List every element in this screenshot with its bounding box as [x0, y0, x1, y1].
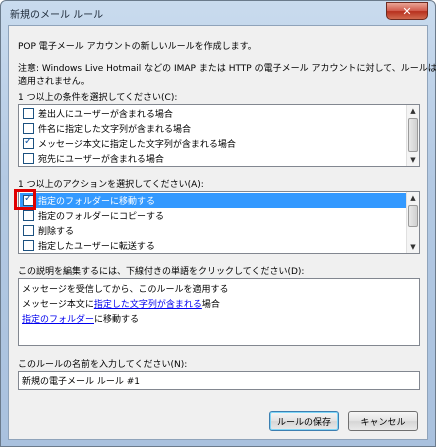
scroll-down-icon[interactable]: ▼ — [407, 241, 419, 253]
cancel-button[interactable]: キャンセル — [348, 411, 418, 431]
condition-item[interactable]: 差出人にユーザーが含まれる場合 — [20, 106, 406, 121]
condition-label: 宛先にユーザーが含まれる場合 — [38, 155, 164, 165]
conditions-list[interactable]: 差出人にユーザーが含まれる場合 件名に指定した文字列が含まれる場合 ✓ メッセー… — [18, 104, 420, 167]
description-line-1: メッセージを受信してから、このルールを適用する — [22, 285, 229, 295]
window-title: 新規のメール ルール — [10, 10, 104, 21]
condition-label: 差出人にユーザーが含まれる場合 — [38, 110, 173, 120]
scroll-thumb[interactable] — [408, 118, 418, 152]
conditions-scrollbar[interactable]: ▲ ▼ — [406, 105, 419, 166]
description-line-2: メッセージ本文に指定した文字列が含まれる場合 — [22, 297, 220, 310]
actions-list[interactable]: ✓ 指定のフォルダーに移動する 指定のフォルダーにコピーする 削除する 指定した… — [18, 191, 420, 254]
scroll-up-icon[interactable]: ▲ — [407, 192, 419, 204]
conditions-label: 1 つ以上の条件を選択してください(C): — [18, 93, 178, 103]
action-item[interactable]: 指定のフォルダーにコピーする — [20, 208, 406, 223]
condition-item[interactable]: ✓ メッセージ本文に指定した文字列が含まれる場合 — [20, 136, 406, 151]
action-item[interactable]: 削除する — [20, 223, 406, 238]
rule-name-input[interactable] — [18, 371, 420, 390]
description-line-3-suffix: に移動する — [94, 315, 140, 325]
rule-description-box: メッセージを受信してから、このルールを適用する メッセージ本文に指定した文字列が… — [18, 278, 420, 346]
action-label: 指定のフォルダーにコピーする — [38, 212, 165, 222]
description-line-2-prefix: メッセージ本文に — [22, 300, 94, 310]
close-button[interactable]: ✕ — [386, 2, 428, 20]
intro-text: POP 電子メール アカウントの新しいルールを作成します。 — [18, 42, 257, 52]
save-rule-button[interactable]: ルールの保存 — [269, 411, 339, 431]
action-checkbox[interactable] — [23, 210, 34, 221]
action-checkbox[interactable] — [23, 240, 34, 251]
condition-string-link[interactable]: 指定した文字列が含まれる — [94, 300, 202, 310]
rule-name-label: このルールの名前を入力してください(N): — [18, 360, 188, 370]
description-label: この説明を編集するには、下線付きの単語をクリックしてください(D): — [18, 267, 305, 277]
description-line-2-suffix: 場合 — [201, 300, 220, 310]
condition-checkbox[interactable]: ✓ — [23, 136, 34, 149]
action-item-selected[interactable]: ✓ 指定のフォルダーに移動する — [20, 193, 406, 208]
action-label: 指定したユーザーに転送する — [38, 242, 155, 252]
actions-label: 1 つ以上のアクションを選択してください(A): — [18, 180, 204, 190]
scroll-down-icon[interactable]: ▼ — [407, 154, 419, 166]
condition-checkbox[interactable] — [23, 123, 34, 134]
condition-item[interactable]: 宛先にユーザーが含まれる場合 — [20, 151, 406, 166]
action-label: 指定のフォルダーに移動する — [38, 197, 156, 207]
note-line-2: 適用されません。 — [18, 77, 90, 87]
highlight-annotation-box — [14, 189, 36, 210]
scroll-up-icon[interactable]: ▲ — [407, 105, 419, 117]
title-bar[interactable]: 新規のメール ルール ✕ — [1, 1, 435, 25]
condition-label: 件名に指定した文字列が含まれる場合 — [38, 125, 192, 135]
target-folder-link[interactable]: 指定のフォルダー — [22, 315, 94, 325]
condition-checkbox[interactable] — [23, 153, 34, 164]
action-checkbox[interactable] — [23, 225, 34, 236]
description-line-3: 指定のフォルダーに移動する — [22, 312, 139, 325]
new-mail-rule-dialog: 新規のメール ルール ✕ POP 電子メール アカウントの新しいルールを作成しま… — [0, 0, 436, 447]
dialog-client-area: POP 電子メール アカウントの新しいルールを作成します。 注意: Window… — [8, 25, 436, 440]
action-item[interactable]: 指定したユーザーに転送する — [20, 238, 406, 253]
check-mark-icon: ✓ — [24, 136, 33, 147]
actions-scrollbar[interactable]: ▲ ▼ — [406, 192, 419, 253]
action-label: 削除する — [38, 227, 75, 237]
scroll-thumb[interactable] — [408, 205, 418, 227]
condition-checkbox[interactable] — [23, 108, 34, 119]
condition-label: メッセージ本文に指定した文字列が含まれる場合 — [38, 140, 236, 150]
close-icon: ✕ — [402, 4, 412, 18]
note-line-1: 注意: Windows Live Hotmail などの IMAP または HT… — [18, 64, 436, 74]
condition-item[interactable]: 件名に指定した文字列が含まれる場合 — [20, 121, 406, 136]
